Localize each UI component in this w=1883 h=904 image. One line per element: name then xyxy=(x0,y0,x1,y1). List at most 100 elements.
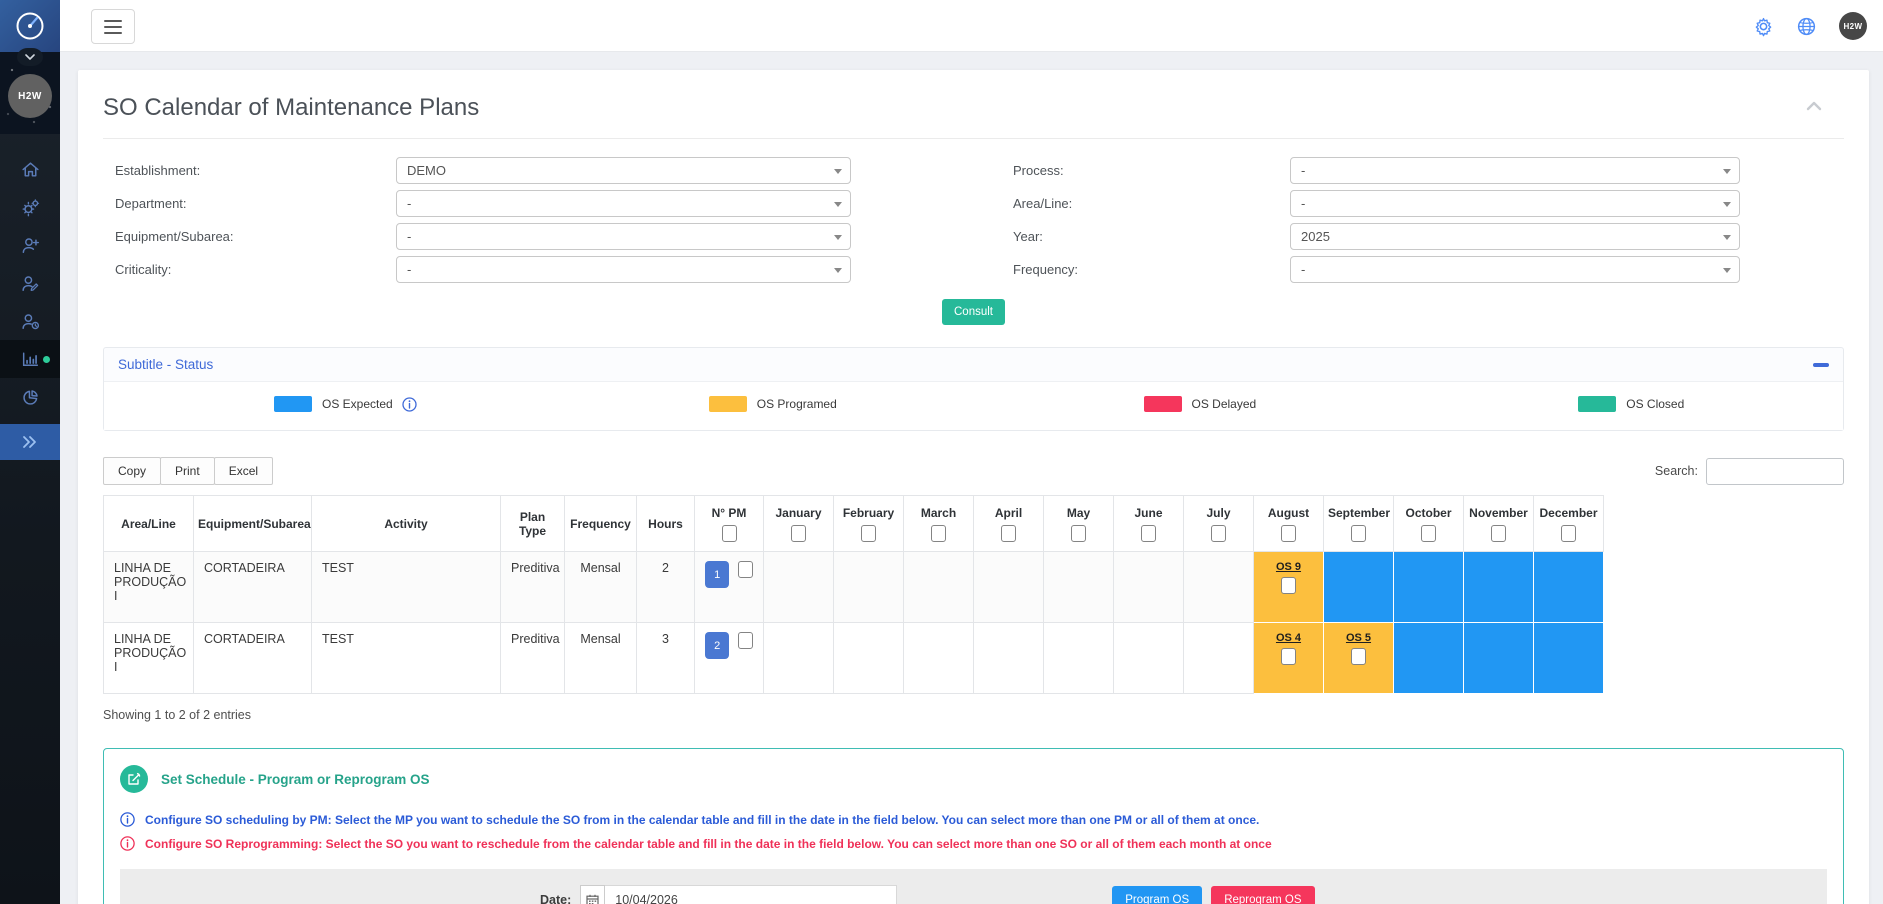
filter-label: Frequency: xyxy=(1001,262,1290,277)
pm-row-checkbox[interactable] xyxy=(738,632,753,649)
month-cell-expected-november[interactable] xyxy=(1464,623,1534,694)
pm-number-badge: 2 xyxy=(705,632,729,659)
filter-select-left-1[interactable]: - xyxy=(396,190,851,217)
maintenance-calendar-table: Area/LineEquipment/SubareaActivityPlan T… xyxy=(103,495,1604,694)
consult-button[interactable]: Consult xyxy=(942,299,1005,325)
os-link[interactable]: OS 9 xyxy=(1276,561,1301,573)
language-globe-icon[interactable] xyxy=(1796,16,1817,37)
filter-label: Equipment/Subarea: xyxy=(103,229,396,244)
filter-select-right-2[interactable]: 2025 xyxy=(1290,223,1740,250)
month-cell-empty-january xyxy=(764,552,834,623)
pm-select-all-checkbox[interactable] xyxy=(722,525,737,542)
sidebar-item-user-add[interactable] xyxy=(0,226,60,264)
filter-select-left-2[interactable]: - xyxy=(396,223,851,250)
os-checkbox[interactable] xyxy=(1351,648,1366,665)
select-value: - xyxy=(1301,196,1305,211)
filter-select-right-0[interactable]: - xyxy=(1290,157,1740,184)
settings-gear-icon[interactable] xyxy=(1753,16,1774,37)
month-column-header: June xyxy=(1114,496,1184,552)
card-collapse-button[interactable] xyxy=(1806,98,1822,116)
month-select-all-july-checkbox[interactable] xyxy=(1211,525,1226,542)
month-cell-empty-june xyxy=(1114,552,1184,623)
panel-collapse-minus-icon[interactable] xyxy=(1813,363,1829,367)
home-icon xyxy=(20,159,41,180)
sidebar-avatar[interactable]: H2W xyxy=(8,74,52,118)
reprogram-os-button[interactable]: Reprogram OS xyxy=(1211,886,1314,904)
legend-item: OS Programed xyxy=(539,396,974,412)
legend-label: OS Delayed xyxy=(1192,397,1257,411)
pm-row-checkbox[interactable] xyxy=(738,561,753,578)
month-cell-programed-september[interactable]: OS 5 xyxy=(1324,623,1394,694)
sidebar-item-charts[interactable] xyxy=(0,378,60,416)
sidebar-item-reports[interactable] xyxy=(0,340,60,378)
print-button[interactable]: Print xyxy=(160,457,215,485)
chevron-up-icon xyxy=(1806,101,1822,111)
schedule-info-danger: Configure SO Reprogramming: Select the S… xyxy=(145,837,1272,851)
month-select-all-september-checkbox[interactable] xyxy=(1351,525,1366,542)
program-os-button[interactable]: Program OS xyxy=(1112,886,1202,904)
month-select-all-may-checkbox[interactable] xyxy=(1071,525,1086,542)
month-cell-expected-october[interactable] xyxy=(1394,552,1464,623)
user-avatar[interactable]: H2W xyxy=(1839,12,1867,40)
caret-down-icon xyxy=(1723,202,1731,207)
sidebar-expand-button[interactable] xyxy=(0,424,60,460)
sidebar-item-user-clock[interactable] xyxy=(0,302,60,340)
month-cell-programed-august[interactable]: OS 4 xyxy=(1254,623,1324,694)
os-checkbox[interactable] xyxy=(1281,577,1296,594)
pie-chart-icon xyxy=(20,387,41,408)
user-edit-icon xyxy=(20,273,41,294)
copy-button[interactable]: Copy xyxy=(103,457,161,485)
filter-select-right-1[interactable]: - xyxy=(1290,190,1740,217)
column-header: Frequency xyxy=(565,496,637,552)
filter-row: Criticality:- xyxy=(103,256,851,283)
menu-toggle-button[interactable] xyxy=(91,9,135,44)
month-cell-empty-april xyxy=(974,623,1044,694)
month-select-all-march-checkbox[interactable] xyxy=(931,525,946,542)
filter-select-right-3[interactable]: - xyxy=(1290,256,1740,283)
date-input[interactable] xyxy=(605,885,897,904)
month-select-all-january-checkbox[interactable] xyxy=(791,525,806,542)
filter-row: Area/Line:- xyxy=(1001,190,1740,217)
caret-down-icon xyxy=(834,169,842,174)
schedule-panel: Set Schedule - Program or Reprogram OS C… xyxy=(103,748,1844,904)
month-select-all-june-checkbox[interactable] xyxy=(1141,525,1156,542)
month-select-all-april-checkbox[interactable] xyxy=(1001,525,1016,542)
month-cell-expected-november[interactable] xyxy=(1464,552,1534,623)
filter-row: Frequency:- xyxy=(1001,256,1740,283)
month-select-all-october-checkbox[interactable] xyxy=(1421,525,1436,542)
filter-row: Year:2025 xyxy=(1001,223,1740,250)
os-link[interactable]: OS 5 xyxy=(1346,632,1371,644)
month-select-all-august-checkbox[interactable] xyxy=(1281,525,1296,542)
month-cell-expected-october[interactable] xyxy=(1394,623,1464,694)
legend-item: OS Delayed xyxy=(974,396,1409,412)
excel-button[interactable]: Excel xyxy=(214,457,273,485)
month-cell-expected-september[interactable] xyxy=(1324,552,1394,623)
month-select-all-december-checkbox[interactable] xyxy=(1561,525,1576,542)
os-checkbox[interactable] xyxy=(1281,648,1296,665)
sidebar-item-user-edit[interactable] xyxy=(0,264,60,302)
filter-select-left-3[interactable]: - xyxy=(396,256,851,283)
legend-color-swatch xyxy=(1144,396,1182,412)
legend-row: OS ExpectedOS ProgramedOS DelayedOS Clos… xyxy=(104,381,1843,430)
info-icon[interactable] xyxy=(402,397,417,412)
profile-collapse-chevron[interactable] xyxy=(17,48,43,66)
caret-down-icon xyxy=(1723,169,1731,174)
month-select-all-november-checkbox[interactable] xyxy=(1491,525,1506,542)
month-cell-programed-august[interactable]: OS 9 xyxy=(1254,552,1324,623)
month-cell-expected-december[interactable] xyxy=(1534,552,1604,623)
month-column-header: October xyxy=(1394,496,1464,552)
month-cell-expected-december[interactable] xyxy=(1534,623,1604,694)
month-column-header: September xyxy=(1324,496,1394,552)
sidebar-item-home[interactable] xyxy=(0,150,60,188)
table-cell: Mensal xyxy=(565,623,637,694)
calendar-icon-button[interactable] xyxy=(580,885,605,904)
caret-down-icon xyxy=(1723,235,1731,240)
filter-select-left-0[interactable]: DEMO xyxy=(396,157,851,184)
month-column-header: March xyxy=(904,496,974,552)
search-input[interactable] xyxy=(1706,458,1844,485)
sidebar-item-settings[interactable] xyxy=(0,188,60,226)
table-cell: Preditiva xyxy=(501,552,565,623)
month-select-all-february-checkbox[interactable] xyxy=(861,525,876,542)
os-link[interactable]: OS 4 xyxy=(1276,632,1301,644)
app-logo[interactable] xyxy=(0,0,60,52)
